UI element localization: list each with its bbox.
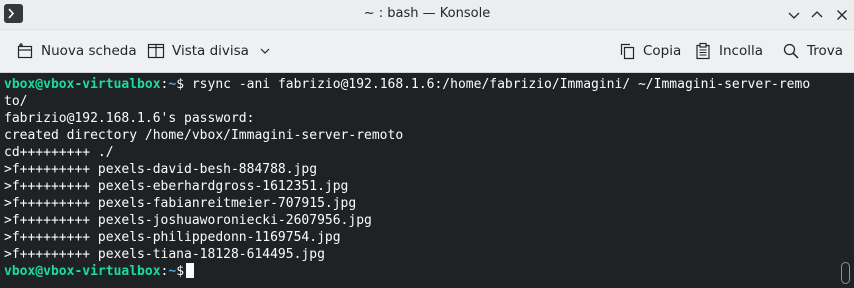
copy-icon xyxy=(620,43,635,60)
split-view-label: Vista divisa xyxy=(172,43,249,59)
copy-button[interactable]: Copia xyxy=(618,40,681,62)
new-tab-icon xyxy=(17,43,33,59)
prompt-line: vbox@vbox-virtualbox:~$ xyxy=(4,263,854,280)
prompt-user: vbox@vbox-virtualbox xyxy=(4,264,161,279)
output-line: >f+++++++++ pexels-david-besh-884788.jpg xyxy=(4,162,318,177)
text-cursor xyxy=(186,263,195,278)
command-wrap: to/ xyxy=(4,94,28,109)
prompt-user: vbox@vbox-virtualbox xyxy=(4,77,161,92)
output-line: >f+++++++++ pexels-fabianreitmeier-70791… xyxy=(4,196,357,211)
minimize-icon[interactable] xyxy=(785,6,803,24)
new-tab-button[interactable]: Nuova scheda xyxy=(16,40,137,62)
title-bar[interactable]: ~ : bash — Konsole xyxy=(0,0,854,30)
paste-label: Incolla xyxy=(719,43,763,59)
scrollbar[interactable] xyxy=(841,262,850,284)
terminal-view[interactable]: vbox@vbox-virtualbox:~$ rsync -ani fabri… xyxy=(0,74,854,288)
chevron-down-icon[interactable] xyxy=(259,45,271,57)
output-line: created directory /home/vbox/Immagini-se… xyxy=(4,128,404,143)
paste-icon xyxy=(696,42,710,60)
command-text: rsync -ani fabrizio@192.168.1.6:/home/fa… xyxy=(184,77,811,92)
copy-label: Copia xyxy=(643,43,682,59)
output-line: >f+++++++++ pexels-joshuaworoniecki-2607… xyxy=(4,213,372,228)
find-button[interactable]: Trova xyxy=(782,40,843,62)
output-line: cd+++++++++ ./ xyxy=(4,145,114,160)
split-view-button[interactable]: Vista divisa xyxy=(147,40,271,62)
output-line: >f+++++++++ pexels-philippedonn-1169754.… xyxy=(4,230,341,245)
output-line: fabrizio@192.168.1.6's password: xyxy=(4,111,255,126)
search-icon xyxy=(783,43,799,59)
window-title: ~ : bash — Konsole xyxy=(363,6,491,21)
toolbar: Nuova scheda Vista divisa Copia Incolla xyxy=(0,30,854,73)
paste-button[interactable]: Incolla xyxy=(694,40,763,62)
output-line: >f+++++++++ pexels-eberhardgross-1612351… xyxy=(4,179,349,194)
close-icon[interactable] xyxy=(833,6,851,24)
new-tab-label: Nuova scheda xyxy=(41,43,137,59)
output-line: >f+++++++++ pexels-tiana-18128-614495.jp… xyxy=(4,247,325,262)
command-line: vbox@vbox-virtualbox:~$ rsync -ani fabri… xyxy=(4,76,854,93)
prompt-symbol: $ xyxy=(176,264,185,279)
find-label: Trova xyxy=(807,43,844,59)
maximize-icon[interactable] xyxy=(808,6,826,24)
split-view-icon xyxy=(147,43,165,59)
prompt-symbol: $ xyxy=(176,77,185,92)
